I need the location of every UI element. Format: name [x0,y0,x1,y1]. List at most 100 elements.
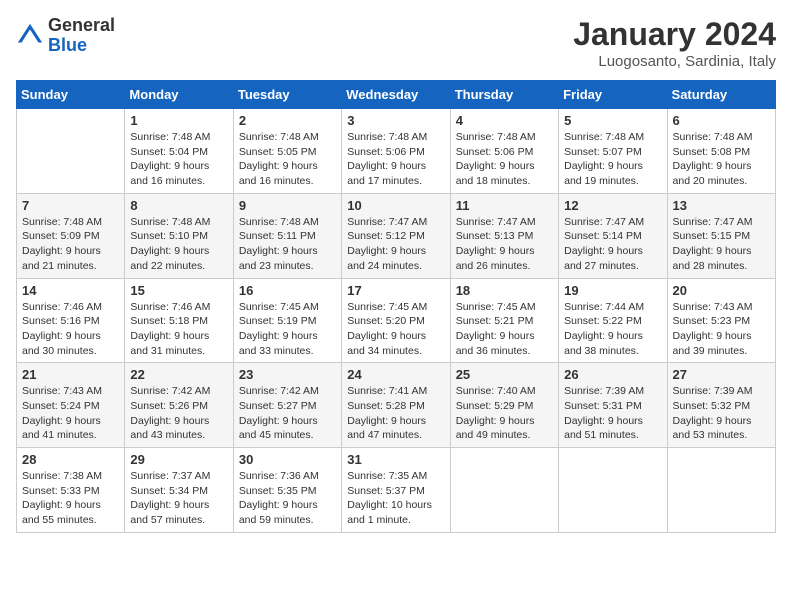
day-info: Sunrise: 7:48 AMSunset: 5:09 PMDaylight:… [22,215,119,274]
weekday-header-row: SundayMondayTuesdayWednesdayThursdayFrid… [17,81,776,109]
day-number: 5 [564,113,661,128]
day-info: Sunrise: 7:36 AMSunset: 5:35 PMDaylight:… [239,469,336,528]
weekday-header: Friday [559,81,667,109]
day-info: Sunrise: 7:48 AMSunset: 5:06 PMDaylight:… [456,130,553,189]
day-number: 24 [347,367,444,382]
day-number: 25 [456,367,553,382]
day-number: 3 [347,113,444,128]
day-number: 20 [673,283,770,298]
day-info: Sunrise: 7:43 AMSunset: 5:24 PMDaylight:… [22,384,119,443]
day-number: 1 [130,113,227,128]
calendar-cell: 20 Sunrise: 7:43 AMSunset: 5:23 PMDayligh… [667,278,775,363]
logo-text: General Blue [48,16,115,56]
calendar-cell: 21 Sunrise: 7:43 AMSunset: 5:24 PMDayligh… [17,363,125,448]
calendar-cell: 25 Sunrise: 7:40 AMSunset: 5:29 PMDayligh… [450,363,558,448]
day-info: Sunrise: 7:48 AMSunset: 5:05 PMDaylight:… [239,130,336,189]
day-number: 31 [347,452,444,467]
day-info: Sunrise: 7:37 AMSunset: 5:34 PMDaylight:… [130,469,227,528]
calendar-cell: 18Sunrise: 7:45 AMSunset: 5:21 PMDayligh… [450,278,558,363]
day-info: Sunrise: 7:46 AMSunset: 5:16 PMDaylight:… [22,300,119,359]
day-info: Sunrise: 7:42 AMSunset: 5:26 PMDaylight:… [130,384,227,443]
day-number: 16 [239,283,336,298]
day-info: Sunrise: 7:47 AMSunset: 5:15 PMDaylight:… [673,215,770,274]
day-info: Sunrise: 7:45 AMSunset: 5:20 PMDaylight:… [347,300,444,359]
calendar-cell: 3 Sunrise: 7:48 AMSunset: 5:06 PMDaylight… [342,109,450,194]
day-info: Sunrise: 7:39 AMSunset: 5:32 PMDaylight:… [673,384,770,443]
calendar-week-row: 14 Sunrise: 7:46 AMSunset: 5:16 PMDayligh… [17,278,776,363]
day-info: Sunrise: 7:48 AMSunset: 5:04 PMDaylight:… [130,130,227,189]
calendar-cell [559,448,667,533]
month-title: January 2024 [573,16,776,53]
calendar-cell: 9 Sunrise: 7:48 AMSunset: 5:11 PMDaylight… [233,193,341,278]
day-info: Sunrise: 7:39 AMSunset: 5:31 PMDaylight:… [564,384,661,443]
calendar-cell: 22 Sunrise: 7:42 AMSunset: 5:26 PMDayligh… [125,363,233,448]
calendar-cell [17,109,125,194]
calendar-week-row: 7Sunrise: 7:48 AMSunset: 5:09 PMDaylight… [17,193,776,278]
calendar-cell: 30Sunrise: 7:36 AMSunset: 5:35 PMDayligh… [233,448,341,533]
weekday-header: Wednesday [342,81,450,109]
day-number: 21 [22,367,119,382]
day-info: Sunrise: 7:46 AMSunset: 5:18 PMDaylight:… [130,300,227,359]
day-number: 29 [130,452,227,467]
day-info: Sunrise: 7:44 AMSunset: 5:22 PMDaylight:… [564,300,661,359]
calendar-cell: 14 Sunrise: 7:46 AMSunset: 5:16 PMDayligh… [17,278,125,363]
day-number: 13 [673,198,770,213]
calendar-week-row: 1 Sunrise: 7:48 AMSunset: 5:04 PMDaylight… [17,109,776,194]
calendar-cell: 11 Sunrise: 7:47 AMSunset: 5:13 PMDayligh… [450,193,558,278]
weekday-header: Sunday [17,81,125,109]
calendar-cell: 5 Sunrise: 7:48 AMSunset: 5:07 PMDaylight… [559,109,667,194]
day-info: Sunrise: 7:47 AMSunset: 5:14 PMDaylight:… [564,215,661,274]
calendar-cell [450,448,558,533]
calendar-cell: 15 Sunrise: 7:46 AMSunset: 5:18 PMDayligh… [125,278,233,363]
day-number: 9 [239,198,336,213]
day-number: 28 [22,452,119,467]
day-number: 14 [22,283,119,298]
calendar-cell: 4 Sunrise: 7:48 AMSunset: 5:06 PMDaylight… [450,109,558,194]
weekday-header: Thursday [450,81,558,109]
weekday-header: Tuesday [233,81,341,109]
day-info: Sunrise: 7:38 AMSunset: 5:33 PMDaylight:… [22,469,119,528]
day-info: Sunrise: 7:48 AMSunset: 5:07 PMDaylight:… [564,130,661,189]
logo: General Blue [16,16,115,56]
calendar-cell: 26Sunrise: 7:39 AMSunset: 5:31 PMDayligh… [559,363,667,448]
calendar-cell: 23Sunrise: 7:42 AMSunset: 5:27 PMDayligh… [233,363,341,448]
day-number: 19 [564,283,661,298]
logo-blue: Blue [48,35,87,55]
calendar-cell: 31 Sunrise: 7:35 AMSunset: 5:37 PMDayligh… [342,448,450,533]
day-info: Sunrise: 7:47 AMSunset: 5:13 PMDaylight:… [456,215,553,274]
day-number: 11 [456,198,553,213]
day-info: Sunrise: 7:35 AMSunset: 5:37 PMDaylight:… [347,469,444,528]
day-info: Sunrise: 7:48 AMSunset: 5:11 PMDaylight:… [239,215,336,274]
day-info: Sunrise: 7:48 AMSunset: 5:10 PMDaylight:… [130,215,227,274]
location-title: Luogosanto, Sardinia, Italy [573,53,776,70]
calendar-cell: 7Sunrise: 7:48 AMSunset: 5:09 PMDaylight… [17,193,125,278]
day-number: 4 [456,113,553,128]
day-number: 2 [239,113,336,128]
calendar-cell: 10Sunrise: 7:47 AMSunset: 5:12 PMDayligh… [342,193,450,278]
calendar-cell [667,448,775,533]
calendar-cell: 17Sunrise: 7:45 AMSunset: 5:20 PMDayligh… [342,278,450,363]
day-info: Sunrise: 7:48 AMSunset: 5:06 PMDaylight:… [347,130,444,189]
day-info: Sunrise: 7:43 AMSunset: 5:23 PMDaylight:… [673,300,770,359]
calendar-cell: 2 Sunrise: 7:48 AMSunset: 5:05 PMDaylight… [233,109,341,194]
calendar-cell: 6Sunrise: 7:48 AMSunset: 5:08 PMDaylight… [667,109,775,194]
calendar-table: SundayMondayTuesdayWednesdayThursdayFrid… [16,80,776,533]
calendar-week-row: 28 Sunrise: 7:38 AMSunset: 5:33 PMDayligh… [17,448,776,533]
calendar-cell: 24 Sunrise: 7:41 AMSunset: 5:28 PMDayligh… [342,363,450,448]
day-info: Sunrise: 7:45 AMSunset: 5:19 PMDaylight:… [239,300,336,359]
day-info: Sunrise: 7:41 AMSunset: 5:28 PMDaylight:… [347,384,444,443]
day-info: Sunrise: 7:47 AMSunset: 5:12 PMDaylight:… [347,215,444,274]
logo-icon [16,22,44,50]
day-number: 15 [130,283,227,298]
calendar-cell: 12Sunrise: 7:47 AMSunset: 5:14 PMDayligh… [559,193,667,278]
day-info: Sunrise: 7:40 AMSunset: 5:29 PMDaylight:… [456,384,553,443]
calendar-cell: 19 Sunrise: 7:44 AMSunset: 5:22 PMDayligh… [559,278,667,363]
day-info: Sunrise: 7:42 AMSunset: 5:27 PMDaylight:… [239,384,336,443]
weekday-header: Saturday [667,81,775,109]
day-number: 6 [673,113,770,128]
calendar-cell: 27Sunrise: 7:39 AMSunset: 5:32 PMDayligh… [667,363,775,448]
calendar-cell: 8Sunrise: 7:48 AMSunset: 5:10 PMDaylight… [125,193,233,278]
calendar-cell: 28 Sunrise: 7:38 AMSunset: 5:33 PMDayligh… [17,448,125,533]
day-number: 22 [130,367,227,382]
calendar-cell: 16 Sunrise: 7:45 AMSunset: 5:19 PMDayligh… [233,278,341,363]
